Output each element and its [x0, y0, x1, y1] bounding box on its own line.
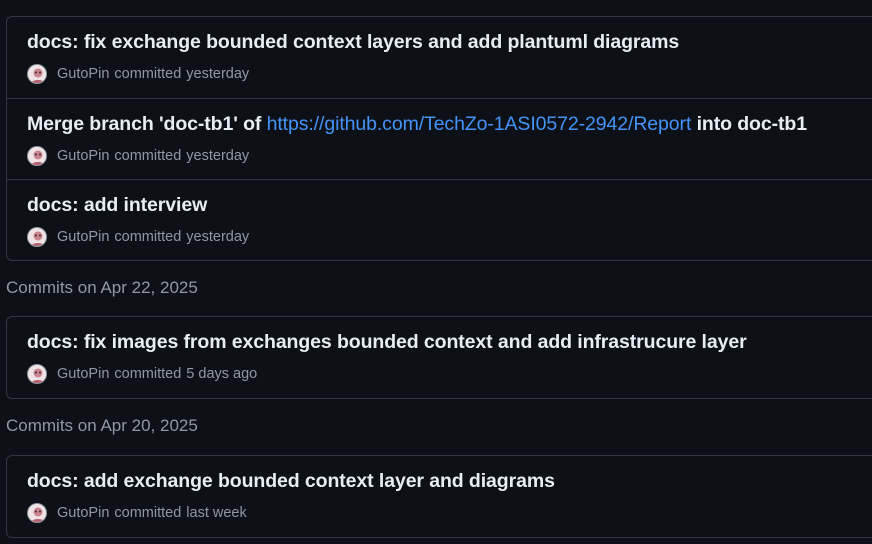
- commit-title-link[interactable]: docs: fix exchange bounded context layer…: [27, 31, 679, 54]
- commit-title: Merge branch 'doc-tb1' of https://github…: [27, 113, 807, 136]
- avatar-icon: [29, 505, 46, 522]
- commit-row: docs: add interview GutoPin committed ye…: [7, 179, 872, 260]
- commit-time: 5 days ago: [186, 366, 258, 382]
- commit-history: docs: fix exchange bounded context layer…: [0, 0, 872, 544]
- commit-author-link[interactable]: GutoPin: [57, 505, 109, 521]
- avatar-icon: [29, 148, 46, 165]
- commit-verb: committed: [114, 366, 182, 382]
- commit-title-link[interactable]: docs: fix images from exchanges bounded …: [27, 331, 747, 354]
- commit-row: docs: fix images from exchanges bounded …: [7, 317, 872, 398]
- avatar-icon: [29, 66, 46, 83]
- commit-verb: committed: [114, 229, 182, 245]
- commit-title-link[interactable]: docs: add interview: [27, 194, 207, 217]
- commit-author-link[interactable]: GutoPin: [57, 148, 109, 164]
- commit-author-link[interactable]: GutoPin: [57, 66, 109, 82]
- commit-author-link[interactable]: GutoPin: [57, 229, 109, 245]
- commit-title-prefix-link[interactable]: Merge branch 'doc-tb1' of: [27, 113, 267, 135]
- commit-time: yesterday: [186, 229, 250, 245]
- avatar[interactable]: [27, 227, 47, 247]
- commit-meta: GutoPin committed yesterday: [27, 226, 249, 248]
- commit-meta: GutoPin committed yesterday: [27, 63, 249, 85]
- commit-time: yesterday: [186, 148, 250, 164]
- commit-time: yesterday: [186, 66, 250, 82]
- commit-row: Merge branch 'doc-tb1' of https://github…: [7, 98, 872, 179]
- commit-title-link[interactable]: docs: add exchange bounded context layer…: [27, 470, 555, 493]
- avatar[interactable]: [27, 64, 47, 84]
- commit-title-suffix-link[interactable]: into doc-tb1: [691, 113, 807, 135]
- commit-group: docs: fix exchange bounded context layer…: [6, 16, 872, 261]
- avatar[interactable]: [27, 503, 47, 523]
- date-heading: Commits on Apr 20, 2025: [6, 416, 198, 435]
- commit-verb: committed: [114, 66, 182, 82]
- commit-meta: GutoPin committed yesterday: [27, 145, 249, 167]
- commit-meta: GutoPin committed last week: [27, 502, 247, 524]
- commit-group: docs: fix images from exchanges bounded …: [6, 316, 872, 399]
- commit-time: last week: [186, 505, 247, 521]
- commit-row: docs: add exchange bounded context layer…: [7, 456, 872, 537]
- avatar[interactable]: [27, 146, 47, 166]
- avatar[interactable]: [27, 364, 47, 384]
- commit-group: docs: add exchange bounded context layer…: [6, 455, 872, 538]
- commit-meta: GutoPin committed 5 days ago: [27, 363, 257, 385]
- commit-verb: committed: [114, 148, 182, 164]
- commit-title-url-link[interactable]: https://github.com/TechZo-1ASI0572-2942/…: [267, 113, 692, 135]
- avatar-icon: [29, 366, 46, 383]
- commit-row: docs: fix exchange bounded context layer…: [7, 17, 872, 98]
- commit-verb: committed: [114, 505, 182, 521]
- commit-author-link[interactable]: GutoPin: [57, 366, 109, 382]
- date-heading: Commits on Apr 22, 2025: [6, 278, 198, 297]
- avatar-icon: [29, 229, 46, 246]
